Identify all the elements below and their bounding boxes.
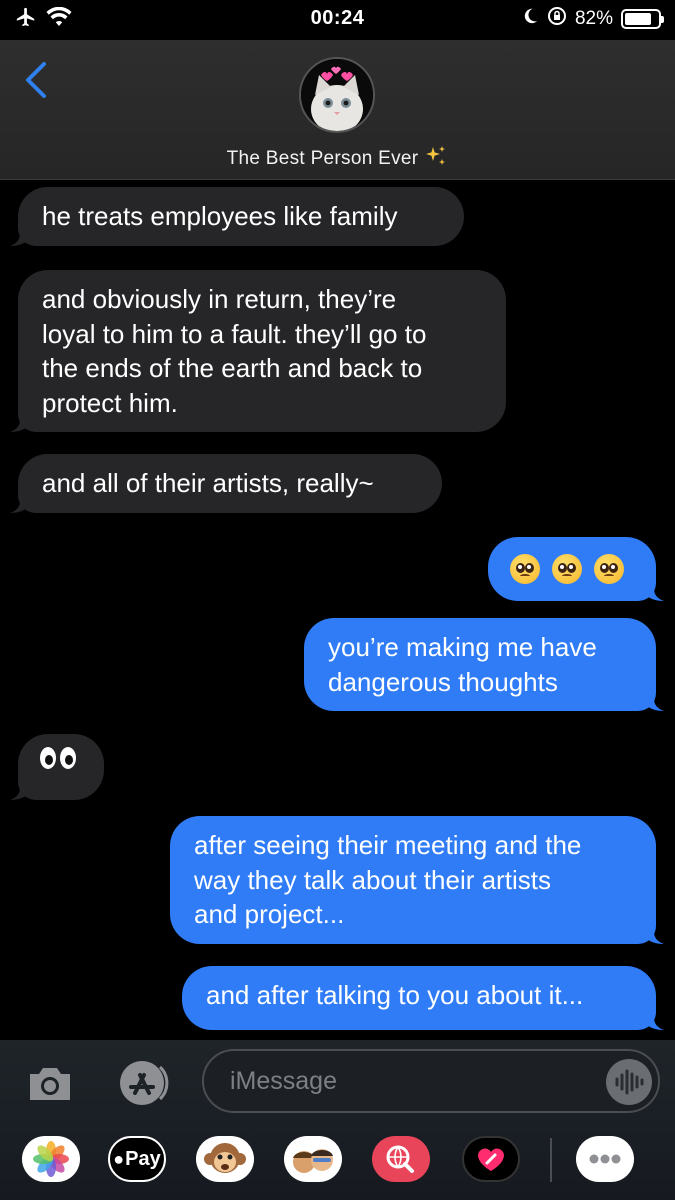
message-line: you’re making me have <box>328 632 597 662</box>
message-text: and all of their artists, really~ <box>42 468 374 498</box>
app-store-icon <box>120 1061 169 1105</box>
pleading-face-icon <box>510 554 540 584</box>
outgoing-message[interactable] <box>488 537 664 601</box>
outgoing-message[interactable]: you’re making me have dangerous thoughts <box>304 618 664 711</box>
more-apps-button[interactable] <box>576 1136 634 1182</box>
pleading-face-emoji-row <box>510 549 634 589</box>
chevron-left-icon <box>26 62 46 98</box>
outgoing-message[interactable]: after seeing their meeting and the way t… <box>170 816 664 944</box>
apple-pay-label: Pay <box>125 1147 161 1170</box>
memoji-icon <box>293 1149 333 1173</box>
bubble-tail <box>10 221 28 246</box>
camera-icon <box>30 1068 70 1100</box>
incoming-message[interactable]: and obviously in return, they’re loyal t… <box>10 270 506 432</box>
compose-bar: iMessage ● Pay <box>0 1040 675 1200</box>
message-line: loyal to him to a fault. they’ll go to <box>42 318 427 349</box>
animoji-button[interactable] <box>196 1136 254 1182</box>
bubble-tail <box>646 577 664 601</box>
message-text: he treats employees like family <box>42 201 398 231</box>
incoming-message[interactable]: and all of their artists, really~ <box>10 454 442 513</box>
message-line: and obviously in return, they’re <box>42 284 397 314</box>
cat-photo <box>301 59 373 131</box>
waveform-icon <box>615 1069 644 1095</box>
message-input[interactable]: iMessage <box>202 1049 660 1113</box>
bubble-tail <box>10 488 28 513</box>
photos-icon <box>33 1141 69 1177</box>
message-line: protect him. <box>42 387 178 418</box>
digital-touch-button[interactable] <box>462 1136 520 1182</box>
moon-icon <box>521 6 539 32</box>
contact-name: The Best Person Ever <box>226 148 419 170</box>
bubble-tail <box>10 776 28 800</box>
bubble-tail <box>646 1006 664 1030</box>
app-store-button[interactable] <box>112 1059 172 1107</box>
photos-app-button[interactable] <box>22 1136 80 1182</box>
battery-icon <box>621 9 664 29</box>
monkey-icon <box>204 1143 246 1173</box>
audio-message-button[interactable] <box>606 1059 652 1105</box>
conversation-header: The Best Person Ever <box>0 40 675 180</box>
status-bar: 00:24 82% <box>0 0 675 40</box>
apple-pay-button[interactable]: ● Pay <box>108 1136 166 1182</box>
bubble-tail <box>646 919 664 944</box>
search-globe-icon <box>386 1145 414 1173</box>
pleading-face-icon <box>552 554 582 584</box>
message-input-placeholder: iMessage <box>230 1067 337 1095</box>
message-line: and project... <box>194 899 345 929</box>
back-button[interactable] <box>20 58 56 102</box>
contact-avatar[interactable] <box>299 57 375 133</box>
app-drawer: ● Pay <box>0 1136 675 1192</box>
battery-fill <box>625 13 652 25</box>
message-line: dangerous thoughts <box>328 666 558 697</box>
incoming-message[interactable] <box>10 734 104 800</box>
heart-touch-icon <box>478 1148 504 1171</box>
message-text: and after talking to you about it... <box>206 980 584 1010</box>
message-line: after seeing their meeting and the <box>194 830 582 860</box>
bubble-tail <box>646 687 664 711</box>
eyes-icon <box>40 747 82 769</box>
apple-logo-icon: ● <box>113 1148 125 1169</box>
ellipsis-icon <box>589 1154 621 1164</box>
pleading-face-icon <box>594 554 624 584</box>
web-search-button[interactable] <box>372 1136 430 1182</box>
bubble-tail <box>10 408 28 432</box>
incoming-message[interactable]: he treats employees like family <box>10 187 464 246</box>
sparkles-icon <box>424 144 448 174</box>
battery-percent: 82% <box>574 8 613 29</box>
message-line: way they talk about their artists <box>194 864 551 895</box>
drawer-divider <box>550 1138 552 1182</box>
outgoing-message[interactable]: and after talking to you about it... <box>182 966 664 1030</box>
message-line: the ends of the earth and back to <box>42 353 423 383</box>
memoji-stickers-button[interactable] <box>284 1136 342 1182</box>
camera-button[interactable] <box>26 1062 74 1106</box>
contact-name-row[interactable]: The Best Person Ever <box>0 144 675 174</box>
orientation-lock-icon <box>547 6 567 32</box>
